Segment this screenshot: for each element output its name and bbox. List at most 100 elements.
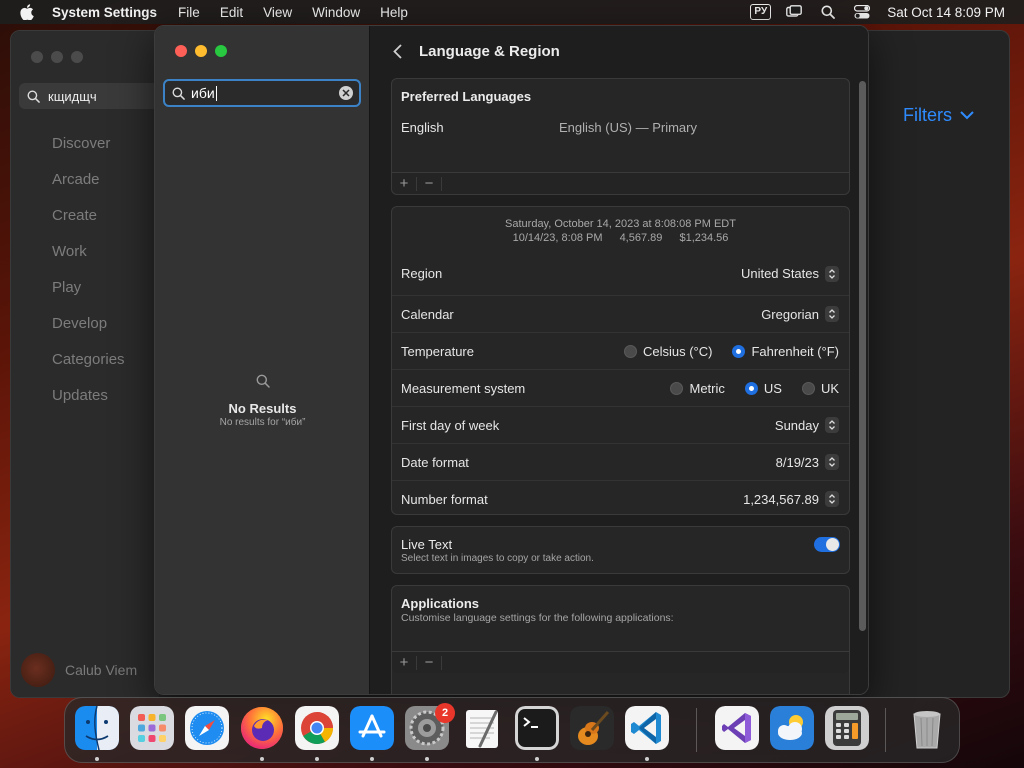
nav-arcade[interactable]: Arcade	[52, 171, 125, 207]
nav-discover[interactable]: Discover	[52, 135, 125, 171]
radio-celsius[interactable]: Celsius (°C)	[623, 343, 713, 359]
first-day-popup[interactable]: Sunday	[775, 417, 839, 433]
radio-button	[801, 381, 815, 395]
dock-safari-icon[interactable]	[185, 706, 229, 750]
date-format-label: Date format	[401, 454, 469, 470]
search-icon	[27, 90, 40, 103]
background-search-field[interactable]: кщидщч	[19, 83, 159, 109]
dock-launchpad-icon[interactable]	[130, 706, 174, 750]
first-day-label: First day of week	[401, 417, 500, 433]
region-value: United States	[740, 266, 819, 281]
region-popup[interactable]: United States	[740, 265, 839, 282]
dock-vscode-icon[interactable]	[625, 706, 669, 750]
close-button[interactable]	[175, 45, 187, 57]
number-format-popup[interactable]: 1,234,567.89	[743, 491, 839, 507]
temperature-label: Temperature	[401, 343, 474, 359]
region-label: Region	[401, 266, 443, 281]
first-day-row: First day of week Sunday	[392, 406, 849, 443]
page-title: Language & Region	[419, 42, 560, 60]
inactive-close-dot[interactable]	[31, 51, 43, 63]
running-indicator	[260, 757, 264, 761]
dock-textedit-icon[interactable]	[460, 706, 504, 750]
radio-metric[interactable]: Metric	[670, 381, 725, 396]
input-source-indicator[interactable]: РУ	[750, 4, 772, 20]
menu-help[interactable]: Help	[380, 5, 408, 20]
chevron-down-icon	[960, 111, 974, 120]
settings-main-pane: Language & Region Preferred Languages En…	[371, 26, 868, 694]
menu-bar: System Settings File Edit View Window He…	[0, 0, 1024, 24]
dock-garageband-icon[interactable]	[570, 706, 614, 750]
menu-window[interactable]: Window	[312, 5, 360, 20]
date-format-row: Date format 8/19/23	[392, 443, 849, 480]
calendar-popup[interactable]: Gregorian	[761, 306, 839, 322]
dock-terminal-icon[interactable]	[515, 706, 559, 750]
filters-button[interactable]: Filters	[903, 105, 974, 126]
nav-create[interactable]: Create	[52, 207, 125, 243]
radio-button	[670, 381, 684, 395]
zoom-button[interactable]	[215, 45, 227, 57]
up-down-chevron-icon	[825, 306, 839, 322]
nav-develop[interactable]: Develop	[52, 315, 125, 351]
nav-categories[interactable]: Categories	[52, 351, 125, 387]
region-row: Region United States	[392, 255, 849, 292]
back-button[interactable]	[393, 41, 407, 61]
divider	[441, 655, 442, 670]
running-indicator	[535, 757, 539, 761]
up-down-chevron-icon	[825, 265, 839, 282]
dock-weather-icon[interactable]	[770, 706, 814, 750]
dock-firefox-icon[interactable]	[240, 706, 284, 750]
date-format-popup[interactable]: 8/19/23	[776, 454, 839, 470]
menu-clock[interactable]: Sat Oct 14 8:09 PM	[887, 5, 1005, 20]
filters-label: Filters	[903, 105, 952, 125]
up-down-chevron-icon	[825, 454, 839, 470]
dock-divider	[696, 708, 697, 752]
add-application-button[interactable]: +	[392, 654, 416, 671]
spotlight-search-icon[interactable]	[819, 4, 837, 20]
nav-work[interactable]: Work	[52, 243, 125, 279]
number-format-label: Number format	[401, 491, 488, 507]
minimize-button[interactable]	[195, 45, 207, 57]
inactive-zoom-dot[interactable]	[71, 51, 83, 63]
dock-visual-studio-icon[interactable]	[715, 706, 759, 750]
clear-search-icon[interactable]	[339, 86, 353, 100]
dock-trash-icon[interactable]	[905, 706, 949, 750]
language-english[interactable]: English	[401, 120, 444, 135]
running-indicator	[425, 757, 429, 761]
live-text-toggle[interactable]	[814, 537, 840, 552]
up-down-chevron-icon	[825, 491, 839, 507]
dock-app-store-icon[interactable]	[350, 706, 394, 750]
us-label: US	[763, 380, 782, 396]
remove-application-button[interactable]: −	[417, 654, 441, 671]
system-settings-window: иби No Results No results for “иби” Lang…	[154, 25, 869, 695]
dock-finder-icon[interactable]	[75, 706, 119, 750]
radio-uk[interactable]: UK	[801, 381, 839, 396]
preferred-languages-title: Preferred Languages	[401, 89, 532, 104]
menu-file[interactable]: File	[178, 5, 200, 20]
account-name: Calub Viem	[65, 662, 138, 678]
dock-chrome-icon[interactable]	[295, 706, 339, 750]
add-language-button[interactable]: +	[392, 175, 416, 192]
apple-icon[interactable]	[18, 3, 36, 21]
applications-add-remove-bar: + −	[392, 651, 849, 673]
radio-fahrenheit[interactable]: Fahrenheit (°F)	[732, 344, 839, 359]
chevron-left-icon	[393, 43, 402, 59]
menu-edit[interactable]: Edit	[220, 5, 243, 20]
dock: 2	[64, 697, 960, 763]
celsius-label: Celsius (°C)	[642, 343, 713, 359]
dock-calculator-icon[interactable]	[825, 706, 869, 750]
settings-search-field[interactable]: иби	[163, 79, 361, 107]
no-results-subtitle: No results for “иби”	[219, 417, 306, 428]
menu-view[interactable]: View	[263, 5, 292, 20]
nav-updates[interactable]: Updates	[52, 387, 125, 423]
inactive-minimize-dot[interactable]	[51, 51, 63, 63]
remove-language-button[interactable]: −	[417, 175, 441, 192]
dock-system-settings-icon[interactable]: 2	[405, 703, 455, 750]
app-name-menu[interactable]: System Settings	[52, 5, 157, 20]
screen-mirroring-icon[interactable]	[785, 4, 803, 20]
vertical-scrollbar[interactable]	[859, 81, 866, 631]
settings-search-value: иби	[191, 84, 215, 101]
control-center-icon[interactable]	[853, 4, 871, 20]
account-button[interactable]: Calub Viem	[21, 653, 137, 687]
radio-us[interactable]: US	[744, 380, 782, 396]
nav-play[interactable]: Play	[52, 279, 125, 315]
